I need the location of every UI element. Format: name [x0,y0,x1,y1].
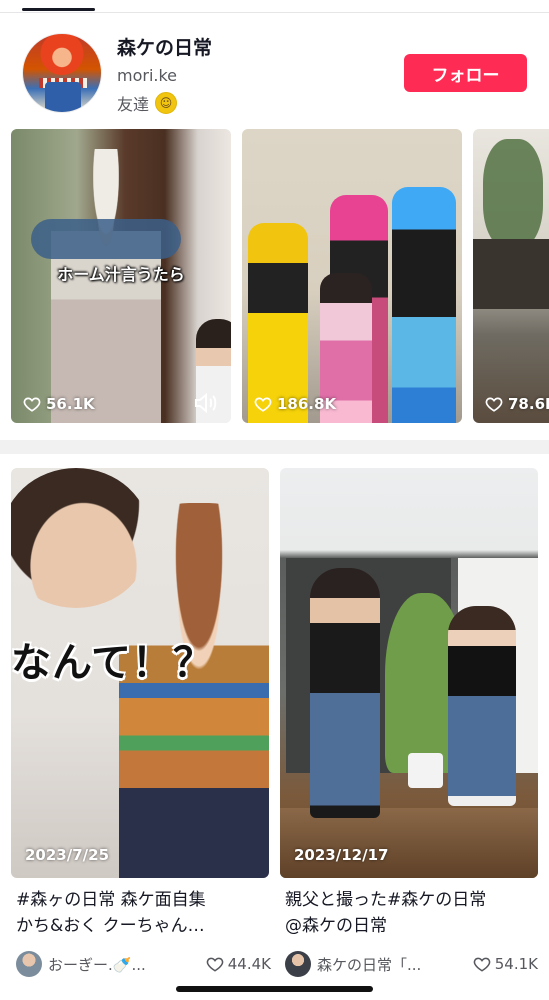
video-date: 2023/7/25 [25,846,110,864]
author-name[interactable]: 森ケの日常「... [317,954,469,975]
video-caption[interactable]: 親父と撮った#森ケの日常 @森ケの日常 [285,887,543,939]
video-date: 2023/12/17 [294,846,389,864]
like-count-value: 78.6K [508,395,549,413]
video-thumbnail-person [310,568,380,818]
heart-icon [23,397,41,412]
creator-avatar[interactable] [22,33,102,113]
like-count-value: 186.8K [277,395,337,413]
video-thumbnail-child [119,503,269,878]
author-avatar[interactable] [16,951,42,977]
video-thumbnail-floor [280,808,538,878]
friend-avatar-icon: ☺ [155,92,178,114]
video-author-row[interactable]: おーぎー.🍼... 44.4K [16,950,271,978]
heart-icon[interactable] [206,955,224,973]
video-thumbnail-shelf [473,239,549,309]
video-caption-line: 親父と撮った#森ケの日常 [285,890,487,910]
speaker-icon[interactable] [193,391,221,415]
friend-status: 友達 ☺ [117,91,178,115]
featured-video-row[interactable]: ホーム汁言うたら 56.1K 186.8K 78.6K [0,129,549,423]
follow-button[interactable]: フォロー [404,54,527,92]
like-count: 56.1K [23,395,95,413]
video-thumbnail-person [448,606,516,806]
like-count: 78.6K [485,395,549,413]
featured-video-card[interactable]: 186.8K [242,129,462,423]
heart-icon [254,397,272,412]
video-thumbnail-pot [408,753,443,788]
like-count-value: 44.4K [227,955,271,973]
video-caption[interactable]: #森ヶの日常 森ケ面自集 かち&おく クーちゃん… [16,887,274,939]
creator-display-name[interactable]: 森ケの日常 [117,33,212,60]
like-count-value: 54.1K [494,955,538,973]
like-count: 54.1K [473,955,538,973]
heart-icon[interactable] [473,955,491,973]
video-caption-line: かち&おく クーちゃん… [16,916,205,936]
creator-username: mori.ke [117,66,178,85]
like-count-value: 56.1K [46,395,95,413]
video-thumbnail-person [392,187,456,423]
like-count: 44.4K [206,955,271,973]
home-indicator[interactable] [176,986,373,992]
tab-indicator [22,8,95,11]
featured-video-card[interactable]: ホーム汁言うたら 56.1K [11,129,231,423]
featured-video-card[interactable]: 78.6K [473,129,549,423]
author-name[interactable]: おーぎー.🍼... [48,954,202,975]
creator-profile-header: 森ケの日常 mori.ke 友達 ☺ フォロー [0,13,549,129]
video-thumbnail-detail [31,219,181,259]
video-thumbnail-plant [483,139,543,249]
grid-video-card[interactable]: なんて！？ 2023/7/25 [11,468,269,878]
video-author-row[interactable]: 森ケの日常「... 54.1K [285,950,538,978]
video-caption-line: #森ヶの日常 森ケ面自集 [16,890,206,910]
video-overlay-caption: ホーム汁言うたら [57,265,185,284]
grid-video-card[interactable]: 2023/12/17 [280,468,538,878]
video-caption-line: @森ケの日常 [285,916,387,936]
avatar-overalls [45,82,81,112]
video-overlay-caption: なんて！？ [11,640,214,686]
author-avatar[interactable] [285,951,311,977]
video-thumbnail-person [248,223,308,423]
friend-label: 友達 [117,95,150,114]
like-count: 186.8K [254,395,336,413]
heart-icon [485,397,503,412]
video-thumbnail-person [51,149,161,423]
section-divider [0,440,549,454]
